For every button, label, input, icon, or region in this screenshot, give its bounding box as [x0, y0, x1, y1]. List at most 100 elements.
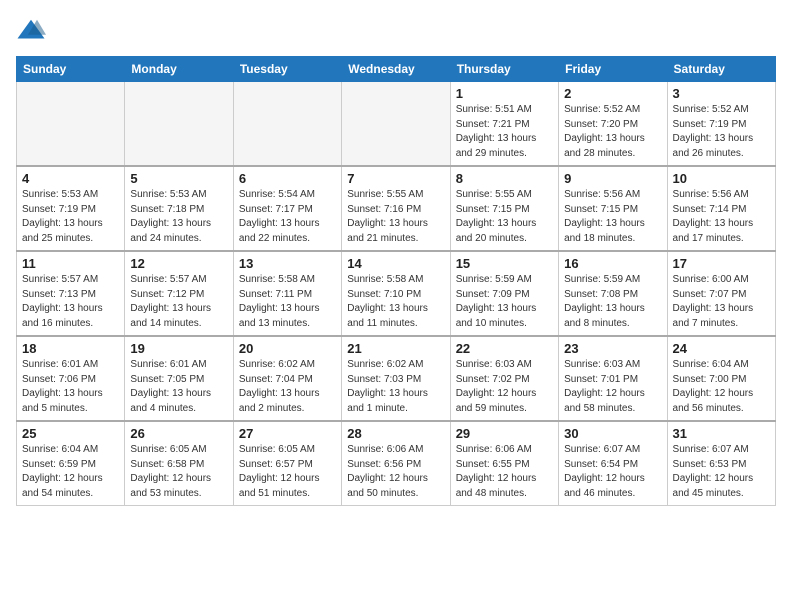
day-info: Sunrise: 6:05 AM Sunset: 6:57 PM Dayligh…: [239, 443, 336, 501]
day-number: 22: [456, 341, 553, 356]
day-number: 2: [564, 86, 661, 101]
page-header: [16, 16, 776, 46]
day-info: Sunrise: 5:53 AM Sunset: 7:19 PM Dayligh…: [22, 188, 119, 246]
day-number: 31: [673, 426, 770, 441]
day-info: Sunrise: 6:02 AM Sunset: 7:03 PM Dayligh…: [347, 358, 444, 416]
day-number: 13: [239, 256, 336, 271]
day-number: 18: [22, 341, 119, 356]
day-number: 11: [22, 256, 119, 271]
day-number: 27: [239, 426, 336, 441]
calendar-cell: 15 Sunrise: 5:59 AM Sunset: 7:09 PM Dayli…: [450, 251, 558, 336]
day-info: Sunrise: 5:51 AM Sunset: 7:21 PM Dayligh…: [456, 103, 553, 161]
calendar-cell: 20Sunrise: 6:02 AM Sunset: 7:04 PM Dayli…: [233, 336, 341, 421]
day-info: Sunrise: 5:58 AM Sunset: 7:10 PM Dayligh…: [347, 273, 444, 331]
calendar-cell: 24Sunrise: 6:04 AM Sunset: 7:00 PM Dayli…: [667, 336, 775, 421]
calendar-cell: 25Sunrise: 6:04 AM Sunset: 6:59 PM Dayli…: [17, 421, 125, 506]
day-info: Sunrise: 6:01 AM Sunset: 7:06 PM Dayligh…: [22, 358, 119, 416]
day-number: 15: [456, 256, 553, 271]
day-number: 12: [130, 256, 227, 271]
day-info: Sunrise: 5:55 AM Sunset: 7:15 PM Dayligh…: [456, 188, 553, 246]
day-number: 3: [673, 86, 770, 101]
day-info: Sunrise: 6:00 AM Sunset: 7:07 PM Dayligh…: [673, 273, 770, 331]
day-info: Sunrise: 6:07 AM Sunset: 6:54 PM Dayligh…: [564, 443, 661, 501]
day-info: Sunrise: 5:56 AM Sunset: 7:14 PM Dayligh…: [673, 188, 770, 246]
calendar-cell: 7 Sunrise: 5:55 AM Sunset: 7:16 PM Daylig…: [342, 166, 450, 251]
calendar-cell: 9 Sunrise: 5:56 AM Sunset: 7:15 PM Daylig…: [559, 166, 667, 251]
calendar-cell: 3 Sunrise: 5:52 AM Sunset: 7:19 PM Daylig…: [667, 82, 775, 167]
calendar-header-tuesday: Tuesday: [233, 57, 341, 82]
day-number: 25: [22, 426, 119, 441]
day-info: Sunrise: 6:01 AM Sunset: 7:05 PM Dayligh…: [130, 358, 227, 416]
calendar-header-wednesday: Wednesday: [342, 57, 450, 82]
calendar-cell: 4 Sunrise: 5:53 AM Sunset: 7:19 PM Daylig…: [17, 166, 125, 251]
calendar-header-monday: Monday: [125, 57, 233, 82]
day-number: 5: [130, 171, 227, 186]
calendar-cell: 23 Sunrise: 6:03 AM Sunset: 7:01 PM Dayli…: [559, 336, 667, 421]
calendar-cell: 27 Sunrise: 6:05 AM Sunset: 6:57 PM Dayli…: [233, 421, 341, 506]
day-info: Sunrise: 5:57 AM Sunset: 7:13 PM Dayligh…: [22, 273, 119, 331]
calendar-week-row: 18 Sunrise: 6:01 AM Sunset: 7:06 PM Dayli…: [17, 336, 776, 421]
calendar-cell: 11 Sunrise: 5:57 AM Sunset: 7:13 PM Dayli…: [17, 251, 125, 336]
day-number: 9: [564, 171, 661, 186]
day-info: Sunrise: 5:53 AM Sunset: 7:18 PM Dayligh…: [130, 188, 227, 246]
day-number: 29: [456, 426, 553, 441]
calendar-cell: 14 Sunrise: 5:58 AM Sunset: 7:10 PM Dayli…: [342, 251, 450, 336]
calendar-cell: 17 Sunrise: 6:00 AM Sunset: 7:07 PM Dayli…: [667, 251, 775, 336]
day-info: Sunrise: 6:07 AM Sunset: 6:53 PM Dayligh…: [673, 443, 770, 501]
day-number: 26: [130, 426, 227, 441]
calendar-week-row: 1 Sunrise: 5:51 AM Sunset: 7:21 PM Daylig…: [17, 82, 776, 167]
logo: [16, 16, 50, 46]
calendar-cell: 1 Sunrise: 5:51 AM Sunset: 7:21 PM Daylig…: [450, 82, 558, 167]
calendar-cell: 12 Sunrise: 5:57 AM Sunset: 7:12 PM Dayli…: [125, 251, 233, 336]
calendar-cell: 22 Sunrise: 6:03 AM Sunset: 7:02 PM Dayli…: [450, 336, 558, 421]
calendar-cell: 28Sunrise: 6:06 AM Sunset: 6:56 PM Dayli…: [342, 421, 450, 506]
day-number: 24: [673, 341, 770, 356]
day-info: Sunrise: 5:52 AM Sunset: 7:19 PM Dayligh…: [673, 103, 770, 161]
calendar-header-thursday: Thursday: [450, 57, 558, 82]
day-info: Sunrise: 6:06 AM Sunset: 6:56 PM Dayligh…: [347, 443, 444, 501]
day-number: 6: [239, 171, 336, 186]
day-number: 10: [673, 171, 770, 186]
day-info: Sunrise: 5:58 AM Sunset: 7:11 PM Dayligh…: [239, 273, 336, 331]
day-number: 20: [239, 341, 336, 356]
day-number: 30: [564, 426, 661, 441]
day-info: Sunrise: 5:54 AM Sunset: 7:17 PM Dayligh…: [239, 188, 336, 246]
calendar-cell: [17, 82, 125, 167]
calendar-header-row: SundayMondayTuesdayWednesdayThursdayFrid…: [17, 57, 776, 82]
calendar-cell: 19 Sunrise: 6:01 AM Sunset: 7:05 PM Dayli…: [125, 336, 233, 421]
day-number: 16: [564, 256, 661, 271]
day-info: Sunrise: 6:03 AM Sunset: 7:01 PM Dayligh…: [564, 358, 661, 416]
calendar-cell: 2 Sunrise: 5:52 AM Sunset: 7:20 PM Daylig…: [559, 82, 667, 167]
day-info: Sunrise: 5:59 AM Sunset: 7:09 PM Dayligh…: [456, 273, 553, 331]
day-number: 17: [673, 256, 770, 271]
calendar-cell: [342, 82, 450, 167]
day-info: Sunrise: 5:56 AM Sunset: 7:15 PM Dayligh…: [564, 188, 661, 246]
day-info: Sunrise: 5:57 AM Sunset: 7:12 PM Dayligh…: [130, 273, 227, 331]
calendar-cell: [125, 82, 233, 167]
calendar-cell: 8 Sunrise: 5:55 AM Sunset: 7:15 PM Daylig…: [450, 166, 558, 251]
day-number: 8: [456, 171, 553, 186]
day-info: Sunrise: 5:52 AM Sunset: 7:20 PM Dayligh…: [564, 103, 661, 161]
calendar-header-friday: Friday: [559, 57, 667, 82]
calendar-header-saturday: Saturday: [667, 57, 775, 82]
day-info: Sunrise: 6:03 AM Sunset: 7:02 PM Dayligh…: [456, 358, 553, 416]
calendar-cell: 10 Sunrise: 5:56 AM Sunset: 7:14 PM Dayli…: [667, 166, 775, 251]
day-number: 7: [347, 171, 444, 186]
day-number: 19: [130, 341, 227, 356]
calendar-cell: 21Sunrise: 6:02 AM Sunset: 7:03 PM Dayli…: [342, 336, 450, 421]
day-number: 4: [22, 171, 119, 186]
calendar-cell: 31 Sunrise: 6:07 AM Sunset: 6:53 PM Dayli…: [667, 421, 775, 506]
calendar-cell: 6 Sunrise: 5:54 AM Sunset: 7:17 PM Daylig…: [233, 166, 341, 251]
day-number: 1: [456, 86, 553, 101]
calendar-week-row: 4 Sunrise: 5:53 AM Sunset: 7:19 PM Daylig…: [17, 166, 776, 251]
calendar-cell: 29 Sunrise: 6:06 AM Sunset: 6:55 PM Dayli…: [450, 421, 558, 506]
day-number: 23: [564, 341, 661, 356]
day-info: Sunrise: 5:55 AM Sunset: 7:16 PM Dayligh…: [347, 188, 444, 246]
calendar-week-row: 25Sunrise: 6:04 AM Sunset: 6:59 PM Dayli…: [17, 421, 776, 506]
calendar-cell: [233, 82, 341, 167]
calendar-table: SundayMondayTuesdayWednesdayThursdayFrid…: [16, 56, 776, 506]
logo-icon: [16, 16, 46, 46]
day-number: 14: [347, 256, 444, 271]
day-info: Sunrise: 6:06 AM Sunset: 6:55 PM Dayligh…: [456, 443, 553, 501]
day-info: Sunrise: 6:05 AM Sunset: 6:58 PM Dayligh…: [130, 443, 227, 501]
